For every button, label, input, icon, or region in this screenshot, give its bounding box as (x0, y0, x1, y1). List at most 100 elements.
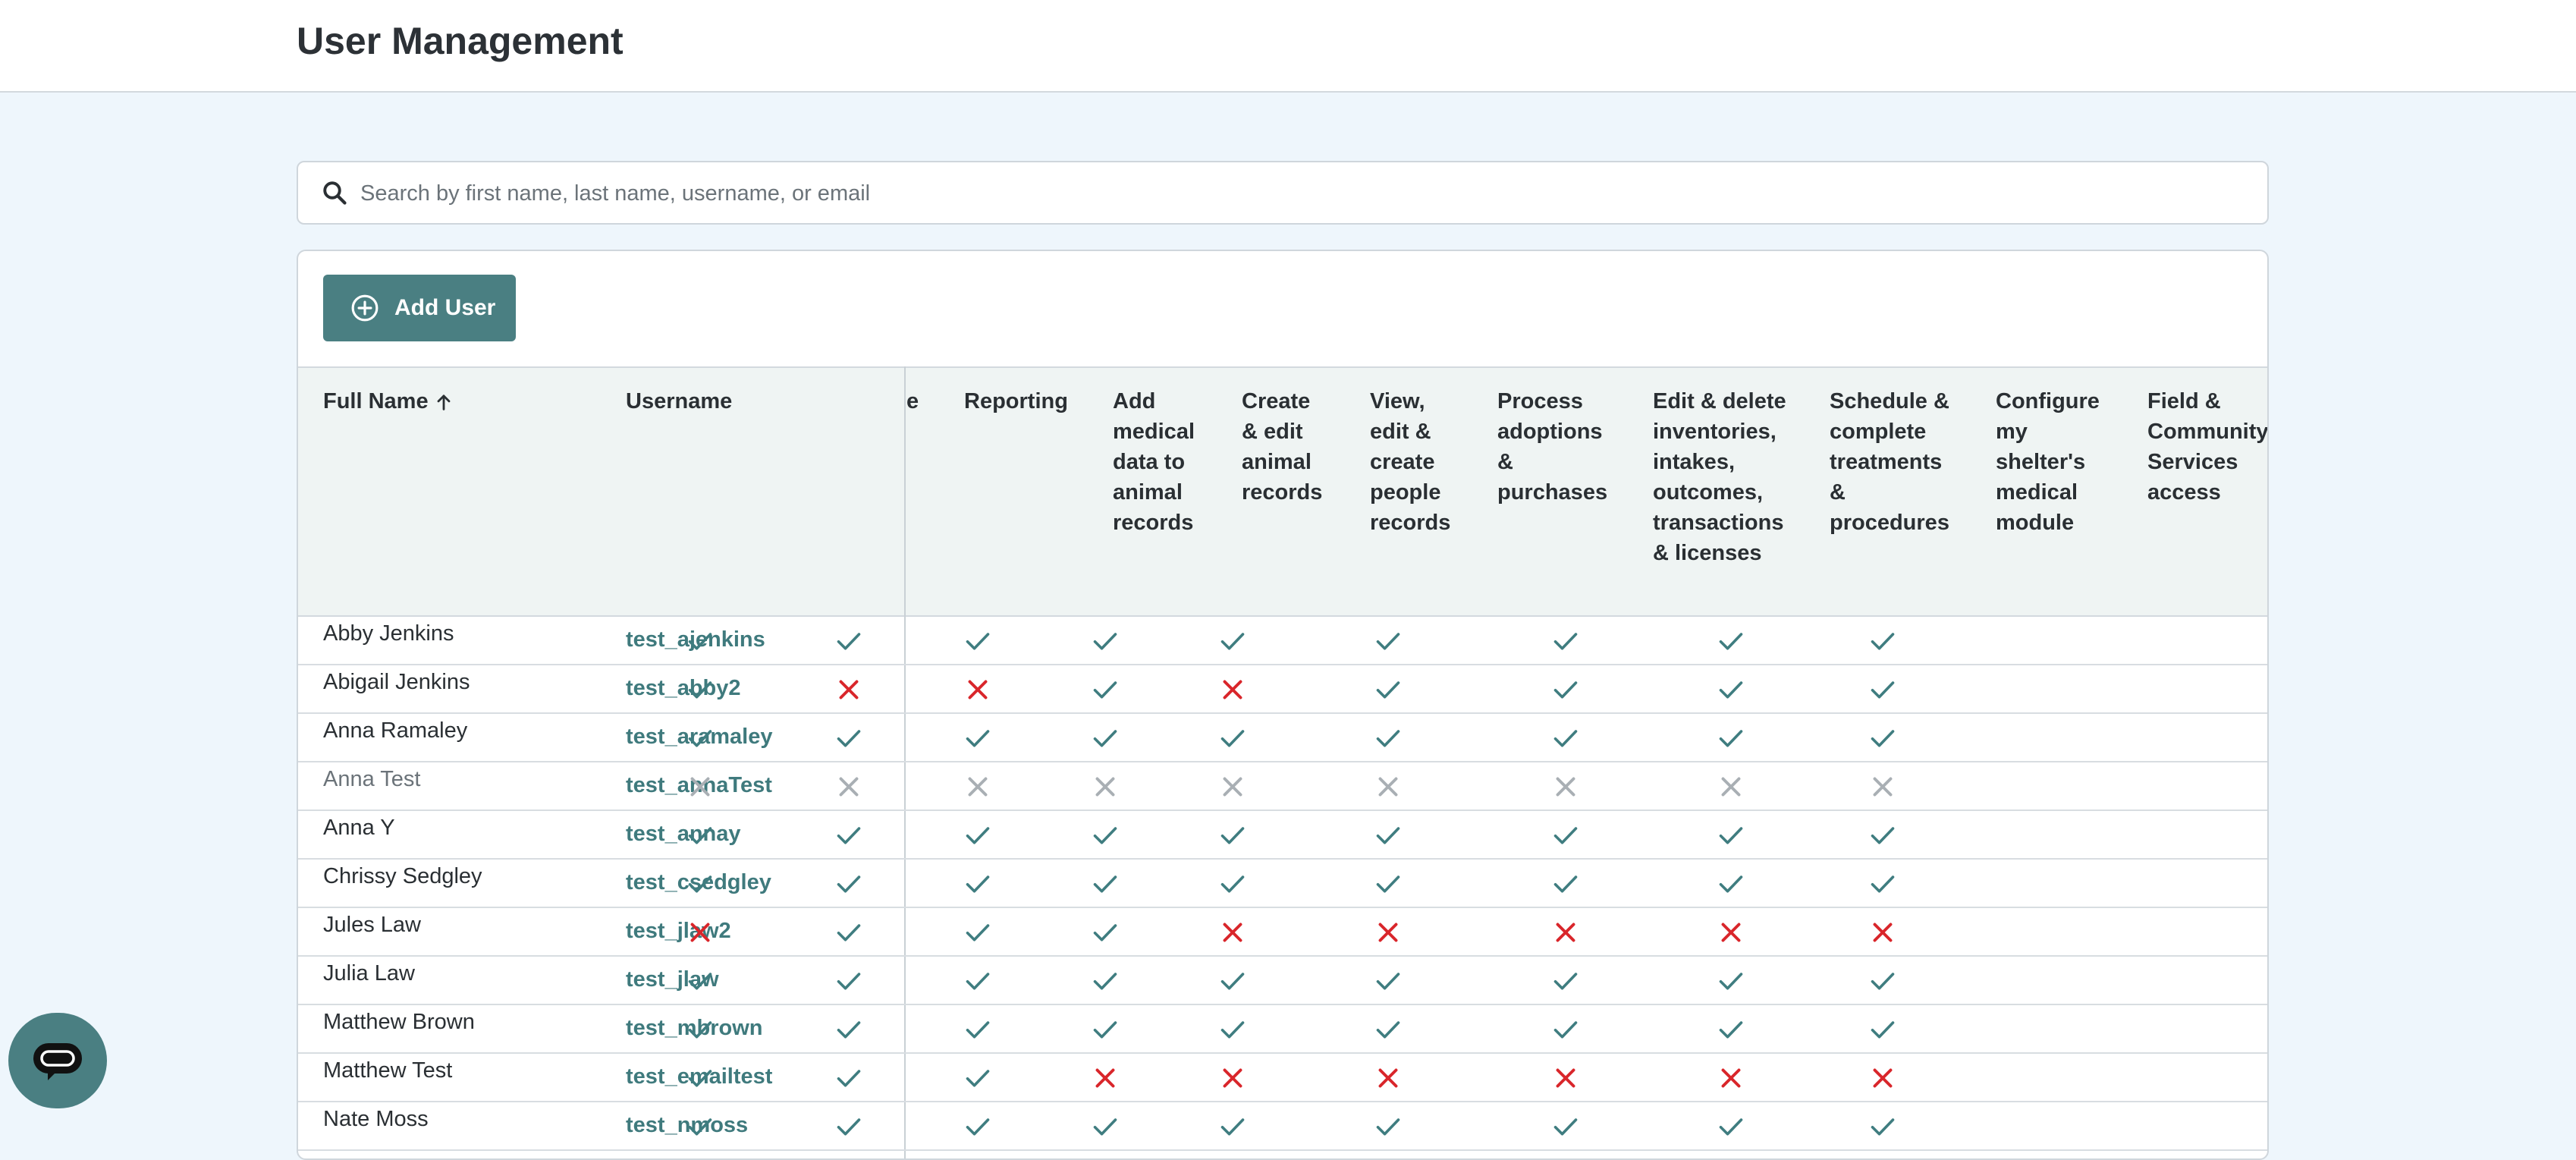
check-icon (966, 973, 990, 990)
check-icon (688, 730, 712, 747)
cell-full-name: Abby Jenkins (323, 621, 454, 646)
table-row[interactable]: Matthew Brown test_mbrown (298, 1005, 2267, 1054)
table-row[interactable]: Matthew Test test_emailtest (298, 1054, 2267, 1102)
column-header-full-name[interactable]: Full Name (323, 386, 454, 417)
column-header-people-records: View, edit & create people records (1370, 389, 1451, 535)
table-row[interactable]: Anna Y test_annay (298, 811, 2267, 860)
check-icon (688, 633, 712, 650)
x-icon-gray (839, 777, 859, 797)
table-row[interactable]: Jules Law test_jlaw2 (298, 908, 2267, 957)
users-table-card: Add User Full Name Username e Reporting … (297, 250, 2269, 1160)
check-icon (1376, 1021, 1400, 1039)
check-icon (1220, 633, 1245, 650)
table-row[interactable]: Nate Moss test_nmoss (298, 1102, 2267, 1151)
check-icon (1871, 876, 1895, 893)
search-input[interactable] (359, 162, 2243, 225)
check-icon (1093, 1118, 1117, 1136)
check-icon (1553, 1021, 1578, 1039)
table-row[interactable]: Abby Jenkins test_ajenkins (298, 617, 2267, 665)
check-icon (1220, 876, 1245, 893)
x-icon-gray (1378, 777, 1398, 797)
check-icon (837, 876, 861, 893)
check-icon (1553, 973, 1578, 990)
cell-full-name: Chrissy Sedgley (323, 864, 482, 888)
cell-full-name: Anna Ramaley (323, 718, 468, 743)
column-header-full-name-label: Full Name (323, 389, 429, 413)
check-icon (966, 876, 990, 893)
column-header-medical-module: Configure my shelter's medical module (1996, 389, 2100, 535)
check-icon (1093, 730, 1117, 747)
table-row[interactable]: Abigail Jenkins test_abby2 (298, 665, 2267, 714)
check-icon (1376, 633, 1400, 650)
check-icon (837, 633, 861, 650)
check-icon (1220, 827, 1245, 844)
cell-full-name: Julia Law (323, 961, 415, 986)
check-icon (688, 681, 712, 699)
check-icon (1719, 681, 1743, 699)
check-icon (837, 1070, 861, 1087)
page-title: User Management (297, 20, 624, 62)
add-user-label: Add User (394, 295, 496, 320)
x-icon (1378, 923, 1398, 942)
check-icon (1719, 1118, 1743, 1136)
check-icon (837, 973, 861, 990)
cell-full-name: Anna Y (323, 816, 395, 840)
add-user-button[interactable]: Add User (323, 275, 516, 341)
x-icon (1721, 1068, 1741, 1088)
x-icon-gray (1095, 777, 1115, 797)
check-icon (1719, 730, 1743, 747)
check-icon (1093, 876, 1117, 893)
check-icon (1871, 633, 1895, 650)
check-icon (1220, 973, 1245, 990)
check-icon (837, 1118, 861, 1136)
chat-button[interactable] (8, 1013, 107, 1108)
check-icon (1719, 973, 1743, 990)
x-icon (839, 680, 859, 699)
column-header-username[interactable]: Username (626, 386, 732, 417)
table-body: Abby Jenkins test_ajenkins Abigail Jenkins… (298, 617, 2267, 1151)
cell-username-link[interactable]: test_jlaw2 (626, 919, 731, 944)
column-header-create-edit-animal: Create & edit animal records (1242, 389, 1323, 505)
check-icon (1719, 876, 1743, 893)
check-icon (1376, 730, 1400, 747)
x-icon (1873, 923, 1893, 942)
x-icon (1223, 1068, 1242, 1088)
plus-circle-icon (351, 294, 379, 322)
check-icon (1376, 1118, 1400, 1136)
check-icon (1553, 1118, 1578, 1136)
check-icon (1093, 973, 1117, 990)
check-icon (1376, 876, 1400, 893)
x-icon (1721, 923, 1741, 942)
cell-full-name: Anna Test (323, 767, 421, 791)
x-icon (1873, 1068, 1893, 1088)
check-icon (837, 924, 861, 942)
cell-full-name: Matthew Test (323, 1058, 453, 1083)
x-icon (1378, 1068, 1398, 1088)
x-icon-gray (1223, 777, 1242, 797)
table-row[interactable]: Chrissy Sedgley test_csedgley (298, 860, 2267, 908)
check-icon (837, 730, 861, 747)
header: User Management (0, 0, 2576, 93)
cell-full-name: Jules Law (323, 913, 421, 937)
cell-username-link[interactable]: test_abby2 (626, 676, 741, 701)
check-icon (1376, 827, 1400, 844)
check-icon (1376, 973, 1400, 990)
check-icon (1553, 681, 1578, 699)
table-row[interactable]: Julia Law test_jlaw (298, 957, 2267, 1005)
check-icon (1871, 1118, 1895, 1136)
cell-username-link[interactable]: test_annay (626, 822, 741, 847)
table-row[interactable]: Anna Testtest_annaTest (298, 762, 2267, 811)
check-icon (1553, 827, 1578, 844)
check-icon (1376, 681, 1400, 699)
x-icon-gray (1721, 777, 1741, 797)
x-icon (968, 680, 988, 699)
table-header: Full Name Username e Reporting Add medic… (298, 366, 2267, 617)
search-box[interactable] (297, 161, 2269, 225)
check-icon (688, 876, 712, 893)
check-icon (1871, 827, 1895, 844)
table-row[interactable]: Anna Ramaley test_aramaley (298, 714, 2267, 762)
check-icon (1553, 730, 1578, 747)
check-icon (966, 924, 990, 942)
arrow-up-icon (437, 395, 450, 411)
column-header-treatments: Schedule & complete treatments & procedu… (1830, 389, 1949, 535)
